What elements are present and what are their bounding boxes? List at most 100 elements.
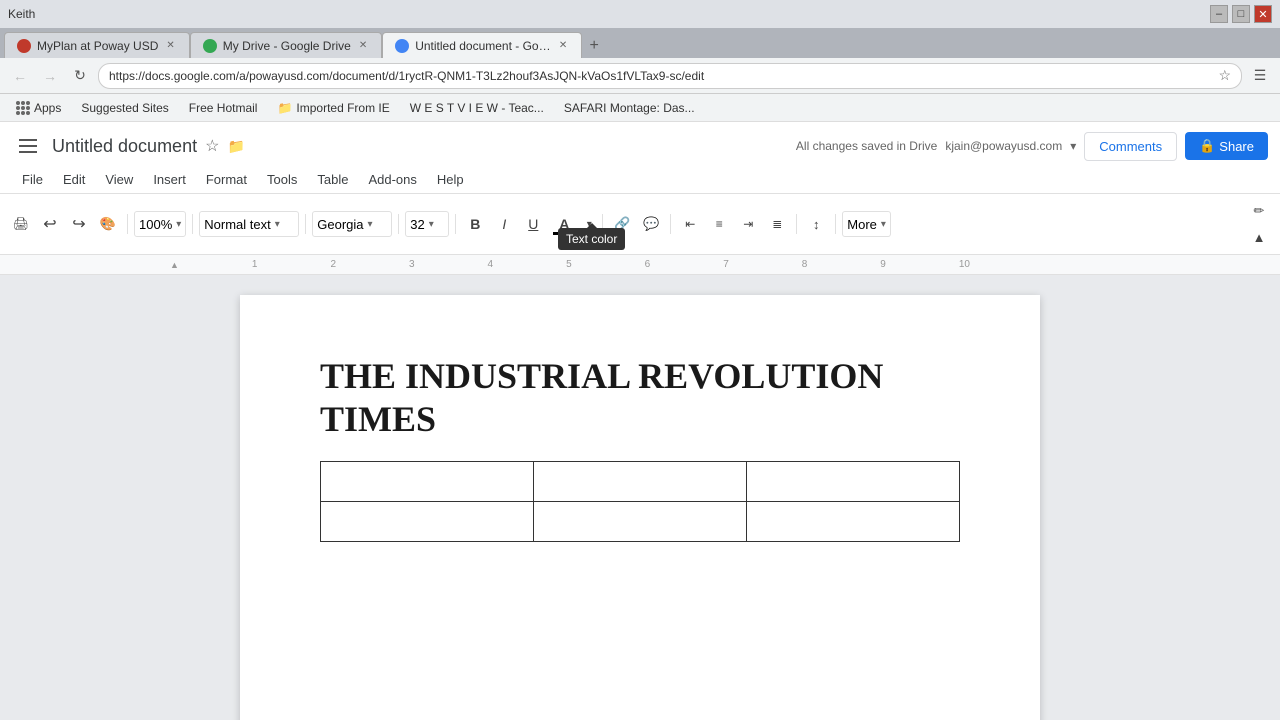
address-text: https://docs.google.com/a/powayusd.com/d…	[109, 69, 1218, 83]
minimize-button[interactable]: –	[1210, 5, 1228, 23]
table-cell-1-3[interactable]	[747, 462, 960, 502]
style-select[interactable]: Normal text ▾	[199, 211, 299, 237]
table-cell-2-2[interactable]	[534, 502, 747, 542]
redo-button[interactable]: ↪	[66, 211, 92, 237]
back-button[interactable]: ←	[8, 64, 32, 88]
bookmark-hotmail[interactable]: Free Hotmail	[181, 99, 266, 117]
docs-document-title[interactable]: Untitled document	[52, 136, 197, 157]
new-tab-button[interactable]: +	[582, 34, 606, 58]
maximize-button[interactable]: □	[1232, 5, 1250, 23]
bookmark-star-icon[interactable]: ☆	[1218, 67, 1231, 84]
menu-help[interactable]: Help	[427, 168, 474, 191]
ruler-mark-4: 4	[488, 259, 494, 270]
bookmark-imported[interactable]: 📁 Imported From IE	[269, 99, 397, 117]
fontsize-select[interactable]: 32 ▾	[405, 211, 449, 237]
tab-label-gdoc: Untitled document - Google ...	[415, 39, 551, 53]
ruler-mark-9: 9	[880, 259, 886, 270]
autosave-message: All changes saved in Drive	[796, 139, 937, 153]
bookmark-westview[interactable]: W E S T V I E W - Teac...	[402, 99, 552, 117]
menu-tools[interactable]: Tools	[257, 168, 307, 191]
more-select[interactable]: More ▾	[842, 211, 891, 237]
nav-right-icons: ☰	[1248, 64, 1272, 88]
separator-5	[455, 214, 456, 234]
zoom-select[interactable]: 100% ▾	[134, 211, 186, 237]
tab-drive[interactable]: My Drive - Google Drive ✕	[190, 32, 382, 58]
forward-button[interactable]: →	[38, 64, 62, 88]
document-page[interactable]: THE INDUSTRIAL REVOLUTION TIMES	[240, 295, 1040, 720]
align-justify-button[interactable]: ≣	[764, 211, 790, 237]
tab-favicon-gdoc	[395, 39, 409, 53]
ruler-mark-3: 3	[409, 259, 415, 270]
docs-user-dropdown-icon[interactable]: ▾	[1070, 139, 1076, 153]
comment-button[interactable]: 💬	[638, 211, 664, 237]
docs-menu-bar: File Edit View Insert Format Tools Table…	[12, 166, 1268, 193]
bookmark-suggested[interactable]: Suggested Sites	[73, 99, 176, 117]
bold-button[interactable]: B	[462, 211, 488, 237]
docs-share-button[interactable]: 🔒 Share	[1185, 132, 1268, 160]
tab-close-myplan[interactable]: ✕	[164, 40, 176, 51]
docs-comments-button[interactable]: Comments	[1084, 132, 1177, 161]
docs-app: Untitled document ☆ 📁 All changes saved …	[0, 122, 1280, 720]
docs-title-row: Untitled document ☆ 📁 All changes saved …	[12, 130, 1268, 162]
extensions-icon[interactable]: ☰	[1248, 64, 1272, 88]
separator-7	[670, 214, 671, 234]
ruler-mark-6: 6	[645, 259, 651, 270]
tab-bar: MyPlan at Poway USD ✕ My Drive - Google …	[0, 28, 1280, 58]
menu-format[interactable]: Format	[196, 168, 257, 191]
menu-view[interactable]: View	[95, 168, 143, 191]
menu-insert[interactable]: Insert	[143, 168, 196, 191]
title-bar-user: Keith	[8, 7, 35, 21]
fontsize-value: 32	[410, 217, 424, 232]
separator-2	[192, 214, 193, 234]
address-bar[interactable]: https://docs.google.com/a/powayusd.com/d…	[98, 63, 1242, 89]
separator-8	[796, 214, 797, 234]
bookmark-westview-label: W E S T V I E W - Teac...	[410, 101, 544, 115]
editing-mode-button[interactable]: ✏	[1246, 198, 1272, 224]
docs-share-lock-icon: 🔒	[1199, 138, 1215, 154]
style-arrow-icon: ▾	[275, 219, 280, 230]
tab-gdoc[interactable]: Untitled document - Google ... ✕	[382, 32, 582, 58]
undo-button[interactable]: ↩	[37, 211, 63, 237]
table-row-1	[321, 462, 960, 502]
reload-button[interactable]: ↻	[68, 64, 92, 88]
tab-close-gdoc[interactable]: ✕	[557, 40, 569, 51]
menu-file[interactable]: File	[12, 168, 53, 191]
menu-addons[interactable]: Add-ons	[358, 168, 426, 191]
menu-table[interactable]: Table	[307, 168, 358, 191]
table-cell-1-2[interactable]	[534, 462, 747, 502]
font-arrow-icon: ▾	[368, 219, 373, 230]
tab-myplan[interactable]: MyPlan at Poway USD ✕	[4, 32, 190, 58]
print-button[interactable]: 🖨	[8, 211, 34, 237]
underline-button[interactable]: U	[520, 211, 546, 237]
bookmark-hotmail-label: Free Hotmail	[189, 101, 258, 115]
docs-folder-icon[interactable]: 📁	[227, 138, 244, 155]
bookmark-imported-text: Imported From IE	[296, 101, 389, 115]
menu-edit[interactable]: Edit	[53, 168, 95, 191]
document-headline[interactable]: THE INDUSTRIAL REVOLUTION TIMES	[320, 355, 960, 441]
table-cell-2-3[interactable]	[747, 502, 960, 542]
collapse-toolbar-button[interactable]: ▲	[1246, 224, 1272, 250]
ruler-mark-5: 5	[566, 259, 572, 270]
ruler-mark-2: 2	[330, 259, 336, 270]
font-select[interactable]: Georgia ▾	[312, 211, 392, 237]
close-button[interactable]: ✕	[1254, 5, 1272, 23]
tab-close-drive[interactable]: ✕	[357, 40, 369, 51]
bookmark-apps[interactable]: Apps	[8, 99, 69, 117]
table-cell-1-1[interactable]	[321, 462, 534, 502]
docs-star-icon[interactable]: ☆	[205, 136, 219, 156]
paint-format-button[interactable]: 🎨	[95, 211, 121, 237]
italic-button[interactable]: I	[491, 211, 517, 237]
document-area[interactable]: THE INDUSTRIAL REVOLUTION TIMES	[0, 275, 1280, 720]
docs-hamburger-icon[interactable]	[12, 130, 44, 162]
bookmark-safari[interactable]: SAFARI Montage: Das...	[556, 99, 703, 117]
zoom-value: 100%	[139, 217, 172, 232]
ruler-mark-10: 10	[959, 259, 970, 270]
nav-bar: ← → ↻ https://docs.google.com/a/powayusd…	[0, 58, 1280, 94]
document-table[interactable]	[320, 461, 960, 542]
align-right-button[interactable]: ⇥	[735, 211, 761, 237]
table-cell-2-1[interactable]	[321, 502, 534, 542]
title-bar: Keith – □ ✕	[0, 0, 1280, 28]
align-left-button[interactable]: ⇤	[677, 211, 703, 237]
align-center-button[interactable]: ≡	[706, 211, 732, 237]
line-spacing-button[interactable]: ↕	[803, 211, 829, 237]
